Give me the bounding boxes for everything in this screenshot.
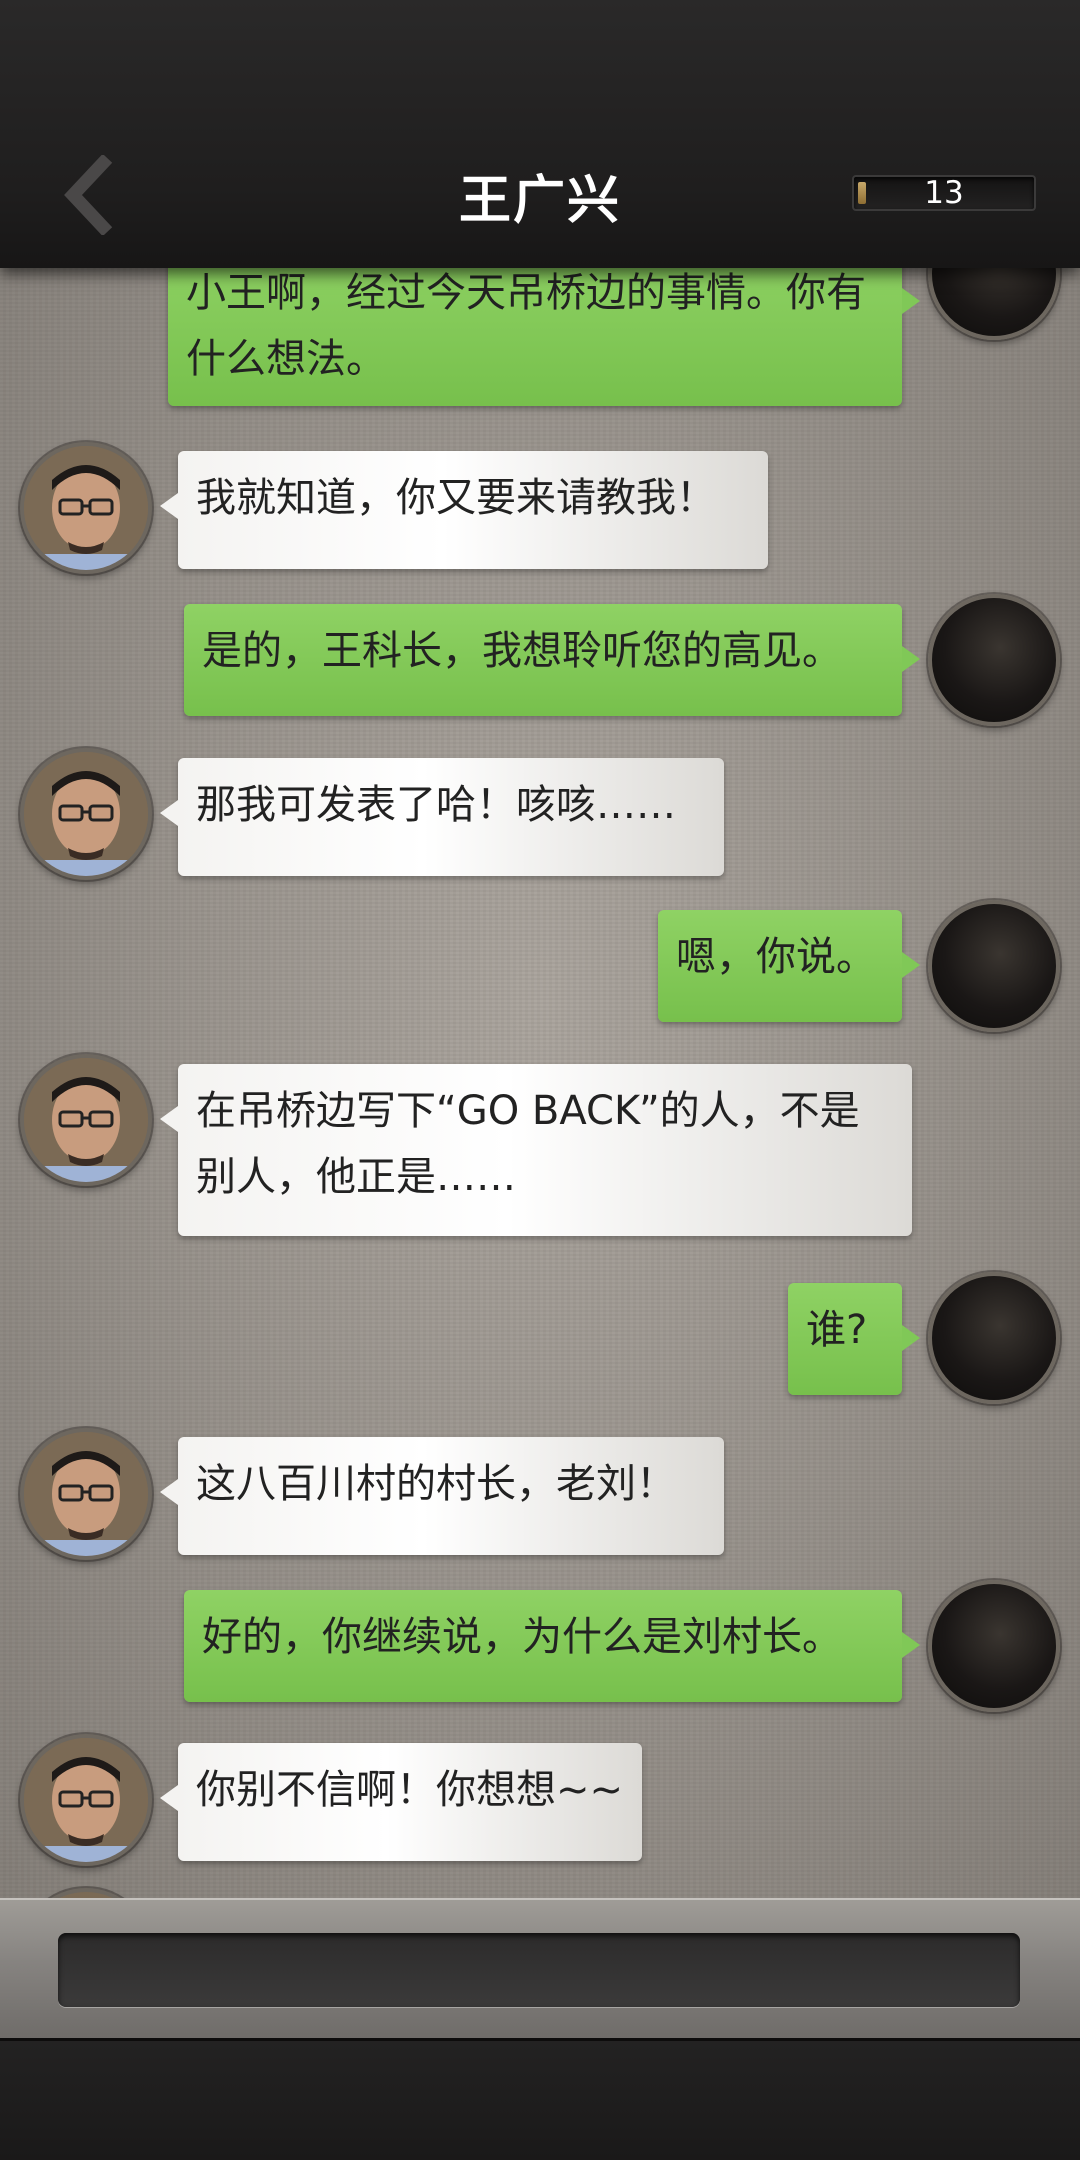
counter-badge: 13	[852, 175, 1036, 211]
counter-value: 13	[924, 175, 964, 211]
contact-avatar[interactable]	[20, 442, 152, 574]
contact-portrait	[24, 446, 148, 570]
message-bubble: 嗯，你说。	[658, 910, 920, 1022]
contact-avatar[interactable]	[20, 1734, 152, 1866]
message-input[interactable]	[58, 1933, 1020, 2007]
player-avatar[interactable]	[928, 900, 1060, 1032]
player-avatar[interactable]	[928, 1580, 1060, 1712]
player-avatar[interactable]	[928, 1272, 1060, 1404]
player-avatar[interactable]	[928, 594, 1060, 726]
message-bubble: 我就知道，你又要来请教我！	[160, 451, 768, 569]
bottom-bar	[0, 2038, 1080, 2160]
message-bubble: 小王啊，经过今天吊桥边的事情。你有什么想法。	[168, 268, 920, 406]
contact-portrait	[24, 1058, 148, 1182]
input-bar	[0, 1898, 1080, 2038]
player-avatar[interactable]	[928, 268, 1060, 340]
top-bar: 王广兴 13	[0, 0, 1080, 268]
contact-avatar[interactable]	[20, 1054, 152, 1186]
contact-portrait	[24, 752, 148, 876]
contact-avatar[interactable]	[20, 748, 152, 880]
chat-area[interactable]: 小王啊，经过今天吊桥边的事情。你有什么想法。 我就知道，你又要来请教我！ 是的，…	[0, 268, 1080, 1898]
contact-portrait	[24, 1738, 148, 1862]
message-bubble: 那我可发表了哈！咳咳……	[160, 758, 724, 876]
contact-avatar[interactable]	[20, 1428, 152, 1560]
contact-avatar[interactable]	[20, 1888, 152, 1898]
message-bubble: 是的，王科长，我想聆听您的高见。	[184, 604, 920, 716]
message-bubble: 好的，你继续说，为什么是刘村长。	[184, 1590, 920, 1702]
message-bubble: 谁?	[788, 1283, 920, 1395]
message-bubble: 这八百川村的村长，老刘！	[160, 1437, 724, 1555]
message-bubble: 在吊桥边写下“GO BACK”的人，不是别人，他正是……	[160, 1064, 912, 1236]
contact-portrait	[24, 1432, 148, 1556]
message-bubble: 你别不信啊！你想想~~	[160, 1743, 642, 1861]
